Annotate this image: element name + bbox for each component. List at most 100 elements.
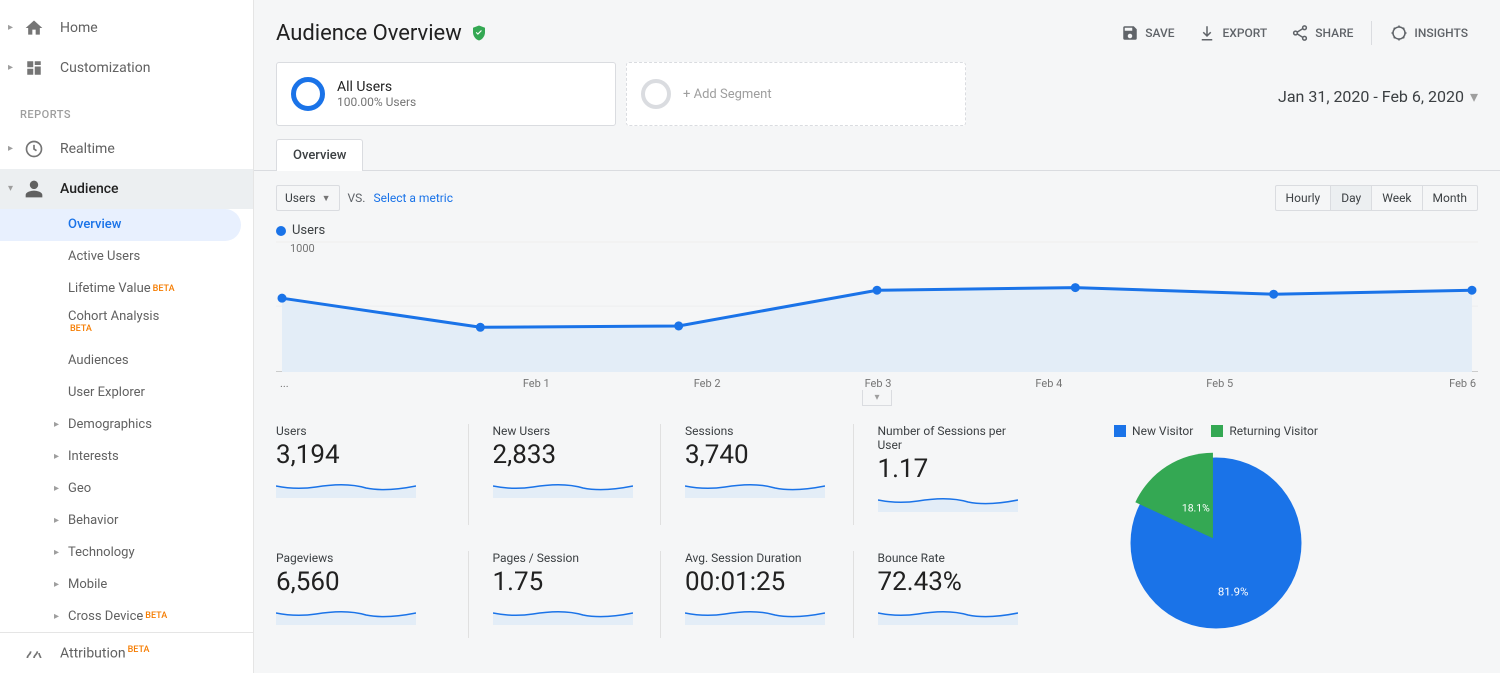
stat-label: Avg. Session Duration [685, 551, 829, 565]
sidebar-sub-mobile[interactable]: ▸Mobile [0, 568, 253, 600]
person-icon [22, 177, 46, 201]
sidebar-sub-overview[interactable]: Overview [0, 209, 241, 241]
x-axis: ... Feb 1 Feb 2 Feb 3 Feb 4 Feb 5 Feb 6 [276, 377, 1478, 390]
sparkline [685, 472, 825, 498]
stat-value: 2,833 [493, 440, 637, 470]
pie-chart: 81.9% 18.1% [1121, 448, 1311, 638]
main-content: Audience Overview SAVE EXPORT SHARE INSI… [254, 0, 1500, 673]
sidebar-sub-interests[interactable]: ▸Interests [0, 440, 253, 472]
sidebar-sub-behavior[interactable]: ▸Behavior [0, 504, 253, 536]
sidebar-item-attribution[interactable]: AttributionBETA [0, 633, 253, 673]
x-tick: Feb 2 [622, 377, 793, 390]
gran-hourly[interactable]: Hourly [1276, 186, 1332, 210]
legend-dot [276, 226, 286, 236]
chart-controls: Users ▼ VS. Select a metric Hourly Day W… [254, 171, 1500, 219]
stat-label: Number of Sessions per User [878, 424, 1023, 452]
sparkline [878, 486, 1018, 512]
stat-card[interactable]: Pages / Session1.75 [469, 551, 662, 638]
sparkline [685, 599, 825, 625]
metric-dropdown[interactable]: Users ▼ [276, 185, 340, 211]
sidebar-sub-lifetime-value[interactable]: Lifetime ValueBETA [0, 273, 253, 305]
sparkline [878, 599, 1018, 625]
stat-card[interactable]: Users 3,194 [276, 424, 469, 525]
segment-ring-icon [291, 77, 325, 111]
sidebar-sub-technology[interactable]: ▸Technology [0, 536, 253, 568]
sidebar-item-label: Audience [60, 181, 241, 197]
chart-expand-button[interactable]: ▾ [862, 390, 892, 406]
gran-month[interactable]: Month [1423, 186, 1477, 210]
page-title: Audience Overview [276, 21, 462, 46]
save-button[interactable]: SAVE [1111, 18, 1184, 48]
sidebar-sub-cross-device[interactable]: ▸Cross DeviceBETA [0, 600, 253, 632]
sparkline [493, 599, 633, 625]
sidebar-item-realtime[interactable]: ▸ Realtime [0, 129, 253, 169]
sidebar-item-home[interactable]: ▸ Home [0, 8, 253, 48]
x-tick: Feb 3 [793, 377, 964, 390]
sidebar-item-customization[interactable]: ▸ Customization [0, 48, 253, 88]
sparkline [276, 472, 416, 498]
segment-add[interactable]: + Add Segment [626, 62, 966, 126]
legend-swatch [1114, 425, 1126, 437]
sidebar-sub-user-explorer[interactable]: User Explorer [0, 376, 253, 408]
pie-legend-item: Returning Visitor [1211, 424, 1318, 438]
stats-grid: Users3,194New Users2,833Sessions3,740Num… [276, 424, 1046, 638]
sidebar-item-audience[interactable]: ▾ Audience [0, 169, 253, 209]
page-header: Audience Overview SAVE EXPORT SHARE INSI… [254, 0, 1500, 62]
svg-text:81.9%: 81.9% [1218, 584, 1249, 598]
share-button[interactable]: SHARE [1281, 18, 1363, 48]
sidebar-sub-geo[interactable]: ▸Geo [0, 472, 253, 504]
gran-day[interactable]: Day [1331, 186, 1372, 210]
reports-heading: REPORTS [0, 88, 253, 129]
segment-add-label: + Add Segment [683, 87, 772, 102]
stat-value: 72.43% [878, 567, 1023, 597]
stat-label: Pageviews [276, 551, 444, 565]
date-range-picker[interactable]: Jan 31, 2020 - Feb 6, 2020 ▾ [1278, 62, 1478, 126]
x-tick: Feb 5 [1134, 377, 1305, 390]
x-tick: ... [276, 377, 451, 390]
tab-overview[interactable]: Overview [276, 139, 363, 171]
line-chart: 1000 500 ... Feb 1 Feb 2 Feb 3 Feb 4 Feb… [254, 240, 1500, 406]
stat-card[interactable]: Bounce Rate72.43% [854, 551, 1047, 638]
sidebar-sub-audiences[interactable]: Audiences [0, 344, 253, 376]
stat-value: 1.17 [878, 454, 1023, 484]
legend-label: Users [292, 223, 325, 238]
sidebar-sub-demographics[interactable]: ▸Demographics [0, 408, 253, 440]
pie-panel: New Visitor Returning Visitor 81.9%18.1% [1046, 424, 1366, 638]
sidebar-sub-active-users[interactable]: Active Users [0, 241, 253, 273]
stat-card[interactable]: Number of Sessions per User1.17 [854, 424, 1047, 525]
stat-card[interactable]: Avg. Session Duration 00:01:25 [661, 551, 854, 638]
segment-title: All Users [337, 79, 416, 95]
stat-card[interactable]: Pageviews6,560 [276, 551, 469, 638]
chart-legend: Users [254, 219, 1500, 240]
sidebar-item-label: Home [60, 20, 241, 36]
gran-week[interactable]: Week [1372, 186, 1422, 210]
svg-text:18.1%: 18.1% [1182, 502, 1210, 515]
stat-card[interactable]: New Users 2,833 [469, 424, 662, 525]
segments-row: All Users 100.00% Users + Add Segment Ja… [254, 62, 1500, 138]
stat-card[interactable]: Sessions3,740 [661, 424, 854, 525]
sparkline [493, 472, 633, 498]
stat-label: New Users [493, 424, 637, 438]
tab-row: Overview [254, 138, 1500, 171]
stat-value: 00:01:25 [685, 567, 829, 597]
dashboard-icon [22, 56, 46, 80]
stat-value: 3,194 [276, 440, 444, 470]
stat-label: Users [276, 424, 444, 438]
export-button[interactable]: EXPORT [1188, 18, 1277, 48]
x-tick: Feb 1 [451, 377, 622, 390]
insights-button[interactable]: INSIGHTS [1380, 18, 1478, 48]
x-tick: Feb 6 [1305, 377, 1478, 390]
stat-value: 3,740 [685, 440, 829, 470]
verified-shield-icon [470, 24, 488, 42]
header-actions: SAVE EXPORT SHARE INSIGHTS [1111, 18, 1478, 48]
sidebar-item-label: AttributionBETA [60, 645, 241, 662]
segment-all-users[interactable]: All Users 100.00% Users [276, 62, 616, 126]
sidebar-sub-cohort[interactable]: Cohort AnalysisBETA [0, 305, 253, 344]
legend-swatch [1211, 425, 1223, 437]
segment-ring-icon [641, 79, 671, 109]
stats-and-pie: Users3,194New Users2,833Sessions3,740Num… [254, 406, 1500, 638]
vs-label: VS. [348, 191, 366, 205]
select-metric-link[interactable]: Select a metric [373, 191, 453, 205]
home-icon [22, 16, 46, 40]
chevron-down-icon: ▼ [322, 193, 331, 204]
